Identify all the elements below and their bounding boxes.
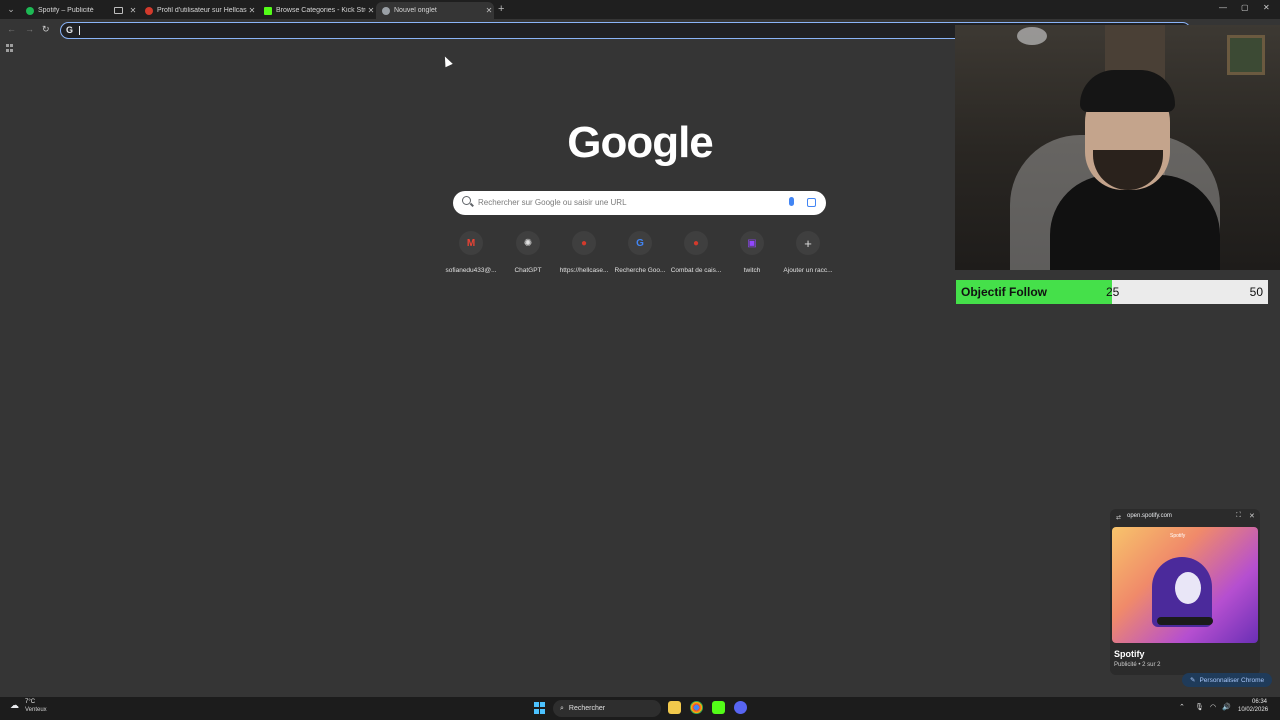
weather-temperature[interactable]: 7°C: [25, 699, 35, 705]
follow-goal-max: 50: [1249, 285, 1263, 299]
search-icon: ⌕: [560, 704, 564, 712]
ntp-search-box[interactable]: Rechercher sur Google ou saisir une URL: [453, 191, 826, 215]
hellcase-icon: ●: [572, 231, 596, 255]
twitch-icon: ▣: [740, 231, 764, 255]
wall-frame: [1227, 35, 1265, 75]
kick-taskbar-icon[interactable]: [712, 701, 725, 714]
search-placeholder: Rechercher sur Google ou saisir une URL: [478, 198, 627, 207]
headset-cap: [1080, 70, 1175, 112]
clock-time[interactable]: 06:34: [1252, 699, 1267, 705]
tab-strip: ⌄ Spotify – Publicité ✕ Profil d'utilisa…: [0, 0, 1280, 19]
spotify-icon: [26, 6, 34, 15]
follow-goal-current: 25: [1106, 285, 1120, 299]
customize-chrome-button[interactable]: ✎ Personnaliser Chrome: [1182, 673, 1273, 687]
google-lens-icon[interactable]: [807, 198, 816, 207]
customize-label: Personnaliser Chrome: [1199, 676, 1265, 684]
tab-spotify[interactable]: Spotify – Publicité ✕: [20, 2, 138, 19]
back-arrow-icon[interactable]: ←: [7, 24, 16, 34]
text-caret: [79, 26, 80, 35]
close-icon[interactable]: ✕: [1249, 512, 1255, 520]
google-logo: Google: [567, 118, 714, 167]
spotify-pip-window[interactable]: ⇄ open.spotify.com ⛶ ✕ Spotify Spotify P…: [1110, 509, 1260, 675]
discord-taskbar-icon[interactable]: [734, 701, 747, 714]
tab-close-icon[interactable]: ✕: [128, 6, 138, 15]
spotify-logo: Spotify: [1170, 533, 1186, 539]
tab-new-tab[interactable]: Nouvel onglet ✕: [376, 2, 494, 19]
taskbar-search-label: Rechercher: [568, 705, 606, 712]
shortcut-gmail[interactable]: M sofianedu433@...: [443, 231, 499, 274]
reload-icon[interactable]: ↻: [42, 24, 50, 35]
chrome-icon: [382, 6, 390, 15]
hellcase-icon: ●: [684, 231, 708, 255]
windows-start-icon[interactable]: [534, 702, 546, 714]
microphone-icon[interactable]: [789, 197, 794, 206]
shortcut-twitch[interactable]: ▣ twitch: [724, 231, 780, 274]
hellcase-icon: [145, 6, 153, 15]
shortcut-label: twitch: [743, 267, 761, 274]
windows-taskbar: ☁ 7°C Venteux ⌕ Rechercher ⌃ 🎙 ◠ 🔊 06:34…: [0, 697, 1280, 720]
tab-title: Spotify – Publicité: [38, 7, 94, 14]
media-playing-icon: [114, 7, 123, 14]
plus-icon: +: [796, 231, 820, 255]
shortcut-label: https://hellcase...: [559, 267, 609, 274]
close-window-button[interactable]: ✕: [1263, 3, 1270, 12]
pip-url: open.spotify.com: [1127, 513, 1172, 519]
shortcut-label: ChatGPT: [514, 267, 542, 274]
weather-icon[interactable]: ☁: [10, 700, 19, 711]
apps-grid-icon[interactable]: [6, 44, 14, 52]
tab-close-icon[interactable]: ✕: [366, 6, 376, 15]
shortcut-google-search[interactable]: G Recherche Goo...: [612, 231, 668, 274]
shortcut-label: Combat de cais...: [670, 267, 722, 274]
expand-icon[interactable]: ⛶: [1236, 512, 1241, 520]
search-icon: [462, 196, 471, 205]
gmail-icon: M: [459, 231, 483, 255]
tab-title: Browse Categories - Kick Stream: [276, 7, 366, 14]
shortcut-label: Ajouter un racc...: [783, 267, 833, 274]
clock-date[interactable]: 10/02/2026: [1238, 707, 1268, 713]
google-icon: G: [628, 231, 652, 255]
tab-title: Nouvel onglet: [394, 7, 437, 14]
shortcut-label: sofianedu433@...: [445, 267, 497, 274]
taskbar-search[interactable]: ⌕ Rechercher: [553, 700, 661, 717]
minimize-button[interactable]: —: [1219, 3, 1227, 12]
shortcut-label: Recherche Goo...: [614, 267, 666, 274]
tab-search-chevron-icon[interactable]: ⌄: [4, 3, 18, 16]
art-headphones: [1175, 572, 1201, 604]
weather-description[interactable]: Venteux: [25, 707, 47, 713]
tab-hellcase[interactable]: Profil d'utilisateur sur Hellcase ✕: [139, 2, 257, 19]
tab-close-icon[interactable]: ✕: [484, 6, 494, 15]
chrome-taskbar-icon[interactable]: [690, 701, 703, 714]
pip-subtitle: Publicité • 2 sur 2: [1114, 662, 1161, 668]
tab-title: Profil d'utilisateur sur Hellcase: [157, 7, 247, 14]
tray-chevron-icon[interactable]: ⌃: [1179, 703, 1185, 711]
webcam-feed: [955, 25, 1280, 270]
shortcut-chatgpt[interactable]: ✺ ChatGPT: [500, 231, 556, 274]
wifi-icon[interactable]: ◠: [1210, 703, 1216, 711]
pencil-icon: ✎: [1190, 677, 1196, 684]
new-tab-button[interactable]: +: [498, 3, 504, 15]
google-g-icon: G: [66, 25, 74, 35]
follow-goal-label: Objectif Follow: [961, 285, 1047, 299]
album-art: Spotify: [1112, 527, 1258, 643]
shortcut-hellcase[interactable]: ● https://hellcase...: [556, 231, 612, 274]
tab-kick[interactable]: Browse Categories - Kick Stream ✕: [258, 2, 376, 19]
tab-close-icon[interactable]: ✕: [247, 6, 257, 15]
file-explorer-icon[interactable]: [668, 701, 681, 714]
maximize-button[interactable]: ▢: [1241, 3, 1249, 12]
kick-icon: [264, 6, 272, 15]
ceiling-lamp: [1017, 27, 1047, 45]
back-to-tab-icon[interactable]: ⇄: [1116, 514, 1121, 521]
pip-title: Spotify: [1114, 649, 1145, 659]
forward-arrow-icon[interactable]: →: [25, 24, 34, 34]
chatgpt-icon: ✺: [516, 231, 540, 255]
mouse-cursor: [441, 54, 453, 68]
shortcut-add[interactable]: + Ajouter un racc...: [780, 231, 836, 274]
follow-goal-bar: Objectif Follow 25 50: [956, 280, 1268, 304]
volume-icon[interactable]: 🔊: [1222, 703, 1231, 711]
art-cta-bar: [1157, 617, 1213, 625]
microphone-tray-icon[interactable]: 🎙: [1195, 703, 1204, 711]
shortcut-case-battle[interactable]: ● Combat de cais...: [668, 231, 724, 274]
